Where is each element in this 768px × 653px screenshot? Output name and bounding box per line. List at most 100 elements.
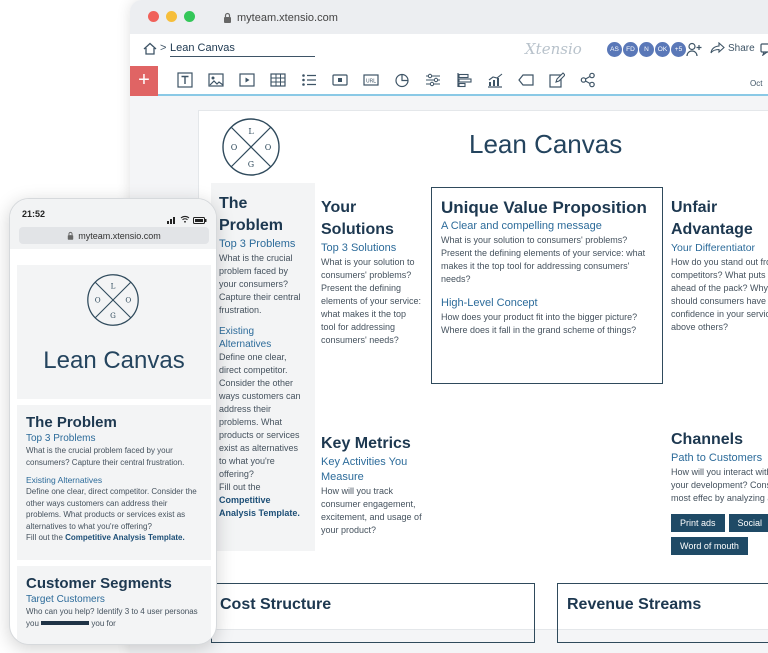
chart-tool-icon[interactable] [394,72,410,88]
phone-segments-title: Customer Segments [26,575,172,592]
collaborator-avatars[interactable]: AS FD N OK +5 [607,42,686,57]
logo-letter: L [248,127,254,136]
phone-alternatives-text: Define one clear, direct competitor. Con… [26,487,197,531]
phone-problem-subtitle: Top 3 Problems [26,433,96,444]
share-icon [710,42,725,54]
revenue-title: Revenue Streams [567,596,702,613]
url-tool-icon[interactable]: URL [363,72,379,88]
channel-tag[interactable]: Word of mouth [671,537,748,555]
avatar[interactable]: +5 [671,42,686,57]
uvp-text: What is your solution to consumers' prob… [441,235,646,284]
lock-icon [68,231,74,240]
page-title[interactable]: Lean Canvas [469,129,622,160]
problem-subtitle: Top 3 Problems [219,238,296,250]
phone-address-bar[interactable]: myteam.xtensio.com [19,227,209,244]
phone-fill-out-text: Fill out the [26,533,66,542]
comment-icon[interactable] [760,43,768,56]
channels-section[interactable]: Channels Path to Customers How will you … [671,429,768,555]
fill-out-text: Fill out the [219,482,261,492]
add-block-button[interactable]: + [130,66,158,96]
cost-section[interactable]: Cost Structure [211,583,535,643]
browser-chrome: myteam.xtensio.com [130,0,768,34]
wifi-icon [180,210,190,228]
channel-tag[interactable]: Print ads [671,514,725,532]
close-window-button[interactable] [148,11,159,22]
bar-tool-icon[interactable] [456,72,472,88]
brand-logo: Xtensio [525,40,582,58]
alternatives-title: Existing Alternatives [219,326,272,350]
phone-competitive-analysis-link[interactable]: Competitive Analysis Template. [65,533,185,542]
logo-letter: O [265,143,272,152]
channels-subtitle: Path to Customers [671,452,763,464]
concept-text: How does your product fit into the bigge… [441,312,638,335]
phone-problem-text: What is the crucial problem faced by you… [26,446,185,467]
phone-segments-section[interactable]: Customer Segments Target Customers Who c… [17,566,211,644]
uvp-section[interactable]: Unique Value Proposition A Clear and com… [431,187,663,384]
home-icon[interactable] [143,42,157,55]
logo-letter: L [111,281,116,290]
logo-letter: G [110,311,116,320]
phone-problem-section[interactable]: The Problem Top 3 Problems What is the c… [17,405,211,560]
breadcrumb-title[interactable]: Lean Canvas [170,42,315,57]
logo-placeholder-icon[interactable]: L O G O [221,117,281,177]
cost-title: Cost Structure [220,596,332,613]
table-tool-icon[interactable] [270,72,286,88]
share-button[interactable]: Share [710,42,755,54]
share-label: Share [728,42,755,54]
advantage-text: How do you stand out from competitors? W… [671,257,768,332]
redaction-mark [41,621,90,626]
channels-title: Channels [671,431,744,448]
advantage-title: Unfair Advantage [671,199,753,238]
uvp-title: Unique Value Proposition [441,198,647,217]
phone-header-block: L O G O Lean Canvas [17,265,211,399]
competitive-analysis-link[interactable]: Competitive Analysis Template. [219,495,300,518]
image-tool-icon[interactable] [208,72,224,88]
phone-browser-chrome: 21:52 myteam.xtensio.com [10,199,216,249]
tag-tool-icon[interactable] [518,72,534,88]
logo-placeholder-icon[interactable]: L O G O [86,273,140,327]
metrics-subtitle: Key Activities You Measure [321,456,408,483]
share-nodes-icon[interactable] [580,72,596,88]
phone-time: 21:52 [22,209,46,219]
metrics-section[interactable]: Key Metrics Key Activities You Measure H… [321,433,423,537]
phone-segments-subtitle: Target Customers [26,594,105,605]
minimize-window-button[interactable] [166,11,177,22]
channels-text: How will you interact with them of your … [671,467,768,503]
channel-tags: Print ads Social [671,513,768,532]
video-tool-icon[interactable] [239,72,255,88]
desktop-browser-window: myteam.xtensio.com > Lean Canvas Xtensio… [130,0,768,653]
edit-tool-icon[interactable] [549,72,565,88]
text-tool-icon[interactable] [177,72,193,88]
avatar[interactable]: OK [655,42,670,57]
address-bar[interactable]: myteam.xtensio.com [223,9,768,26]
button-tool-icon[interactable] [332,72,348,88]
avatar[interactable]: AS [607,42,622,57]
maximize-window-button[interactable] [184,11,195,22]
phone-page-title[interactable]: Lean Canvas [17,347,211,375]
breadcrumb-chevron-icon: > [160,42,167,54]
graph-tool-icon[interactable] [487,72,503,88]
solutions-section[interactable]: Your Solutions Top 3 Solutions What is y… [321,197,423,347]
add-user-icon[interactable] [686,42,702,57]
channel-tag[interactable]: Social [728,514,768,532]
advantage-section[interactable]: Unfair Advantage Your Differentiator How… [671,197,768,334]
list-tool-icon[interactable] [301,72,317,88]
solutions-subtitle: Top 3 Solutions [321,242,397,254]
problem-text: What is the crucial problem faced by you… [219,253,301,315]
revenue-section[interactable]: Revenue Streams [557,583,768,643]
avatar[interactable]: FD [623,42,638,57]
app-header: > Lean Canvas Xtensio AS FD N OK +5 Shar… [130,34,768,68]
address-bar-url: myteam.xtensio.com [237,11,338,24]
editor-toolbar: + URL Oct [130,66,768,96]
uvp-subtitle: A Clear and compelling message [441,220,602,232]
solutions-text: What is your solution to consumers' prob… [321,257,422,345]
lean-canvas-page: L O G O Lean Canvas The Problem Top 3 Pr… [198,110,768,643]
concept-title: High-Level Concept [441,297,538,309]
svg-text:URL: URL [366,79,376,85]
slider-tool-icon[interactable] [425,72,441,88]
phone-problem-title: The Problem [26,414,117,431]
problem-section[interactable]: The Problem Top 3 Problems What is the c… [211,183,315,551]
date-label: Oct [750,79,763,88]
avatar[interactable]: N [639,42,654,57]
advantage-subtitle: Your Differentiator [671,242,756,254]
